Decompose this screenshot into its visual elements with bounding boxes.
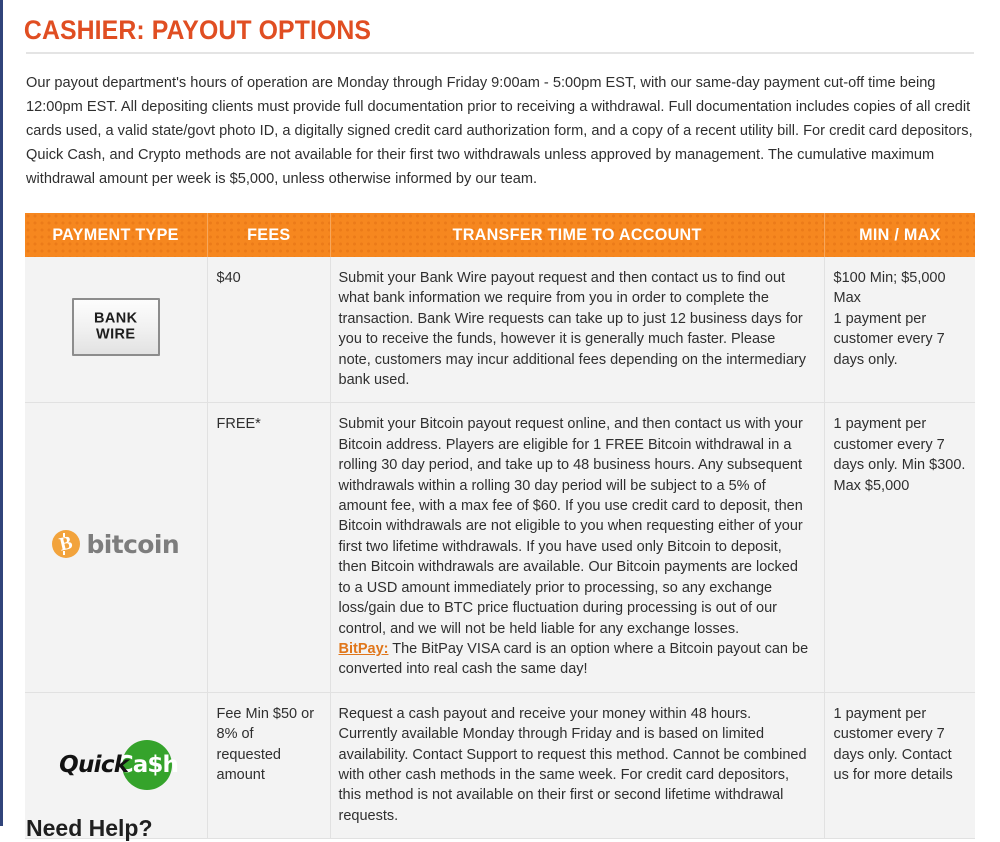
bitpay-extra-text: The BitPay VISA card is an option where … bbox=[338, 640, 809, 678]
min-max-cell-quick-cash: 1 payment per customer every 7 days only… bbox=[824, 691, 975, 840]
payment-type-cell-bank-wire: BANK WIRE bbox=[25, 257, 208, 404]
bitcoin-wordmark: bitcoin bbox=[86, 529, 180, 559]
transfer-time-cell-bank-wire: Submit your Bank Wire payout request and… bbox=[330, 257, 825, 404]
bank-wire-logo-line1: BANK bbox=[94, 310, 138, 327]
footer-heading: Need Help? bbox=[26, 815, 153, 841]
column-header-min-max: MIN / MAX bbox=[824, 213, 975, 257]
column-header-payment-type-label: PAYMENT TYPE bbox=[52, 225, 179, 244]
column-header-fees-label: FEES bbox=[246, 225, 291, 244]
bank-wire-logo-line2: WIRE bbox=[96, 326, 136, 343]
table-row: B bitcoin FREE* Submit your Bitcoin payo… bbox=[25, 402, 975, 693]
bank-wire-logo: BANK WIRE bbox=[71, 297, 160, 356]
quick-cash-circle-icon: Ca$h bbox=[117, 740, 179, 791]
bitcoin-transfer-text: Submit your Bitcoin payout request onlin… bbox=[338, 416, 803, 637]
payment-type-cell-bitcoin: B bitcoin bbox=[25, 402, 208, 693]
bitpay-link[interactable]: BitPay: bbox=[339, 641, 389, 657]
fees-cell-bitcoin: FREE* bbox=[207, 402, 331, 693]
intro-paragraph: Our payout department's hours of operati… bbox=[26, 75, 973, 187]
column-header-min-max-label: MIN / MAX bbox=[858, 225, 941, 244]
fees-cell-bank-wire: $40 bbox=[207, 257, 331, 404]
transfer-time-cell-bitcoin: Submit your Bitcoin payout request onlin… bbox=[330, 402, 825, 693]
transfer-time-cell-quick-cash: Request a cash payout and receive your m… bbox=[330, 691, 825, 840]
cashier-payout-page: CASHIER: PAYOUT OPTIONS Our payout depar… bbox=[0, 0, 1000, 841]
quick-cash-wordmark-quick: Quick bbox=[59, 751, 129, 778]
payout-options-table: PAYMENT TYPE FEES TRANSFER TIME TO ACCOU… bbox=[25, 213, 975, 840]
min-max-cell-bank-wire: $100 Min; $5,000 Max 1 payment per custom… bbox=[824, 257, 975, 404]
bitcoin-coin-icon: B bbox=[52, 530, 81, 559]
fees-cell-quick-cash: Fee Min $50 or 8% of requested amount bbox=[207, 691, 331, 840]
page-title: CASHIER: PAYOUT OPTIONS bbox=[23, 15, 372, 45]
bitcoin-symbol: B bbox=[57, 532, 75, 557]
column-header-transfer-time-label: TRANSFER TIME TO ACCOUNT bbox=[452, 225, 702, 244]
column-header-transfer-time: TRANSFER TIME TO ACCOUNT bbox=[330, 213, 825, 257]
table-row: BANK WIRE $40 Submit your Bank Wire payo… bbox=[25, 257, 975, 404]
column-header-fees: FEES bbox=[207, 213, 331, 257]
bank-wire-logo-text: BANK WIRE bbox=[74, 311, 158, 342]
table-row: Quick Ca$h Fee Min $50 or 8% of requeste… bbox=[25, 691, 975, 840]
min-max-cell-bitcoin: 1 payment per customer every 7 days only… bbox=[824, 402, 975, 693]
quick-cash-logo: Quick Ca$h bbox=[59, 740, 179, 791]
bitcoin-logo: B bitcoin bbox=[52, 529, 180, 559]
table-header-row: PAYMENT TYPE FEES TRANSFER TIME TO ACCOU… bbox=[25, 213, 975, 257]
column-header-payment-type: PAYMENT TYPE bbox=[25, 213, 208, 257]
